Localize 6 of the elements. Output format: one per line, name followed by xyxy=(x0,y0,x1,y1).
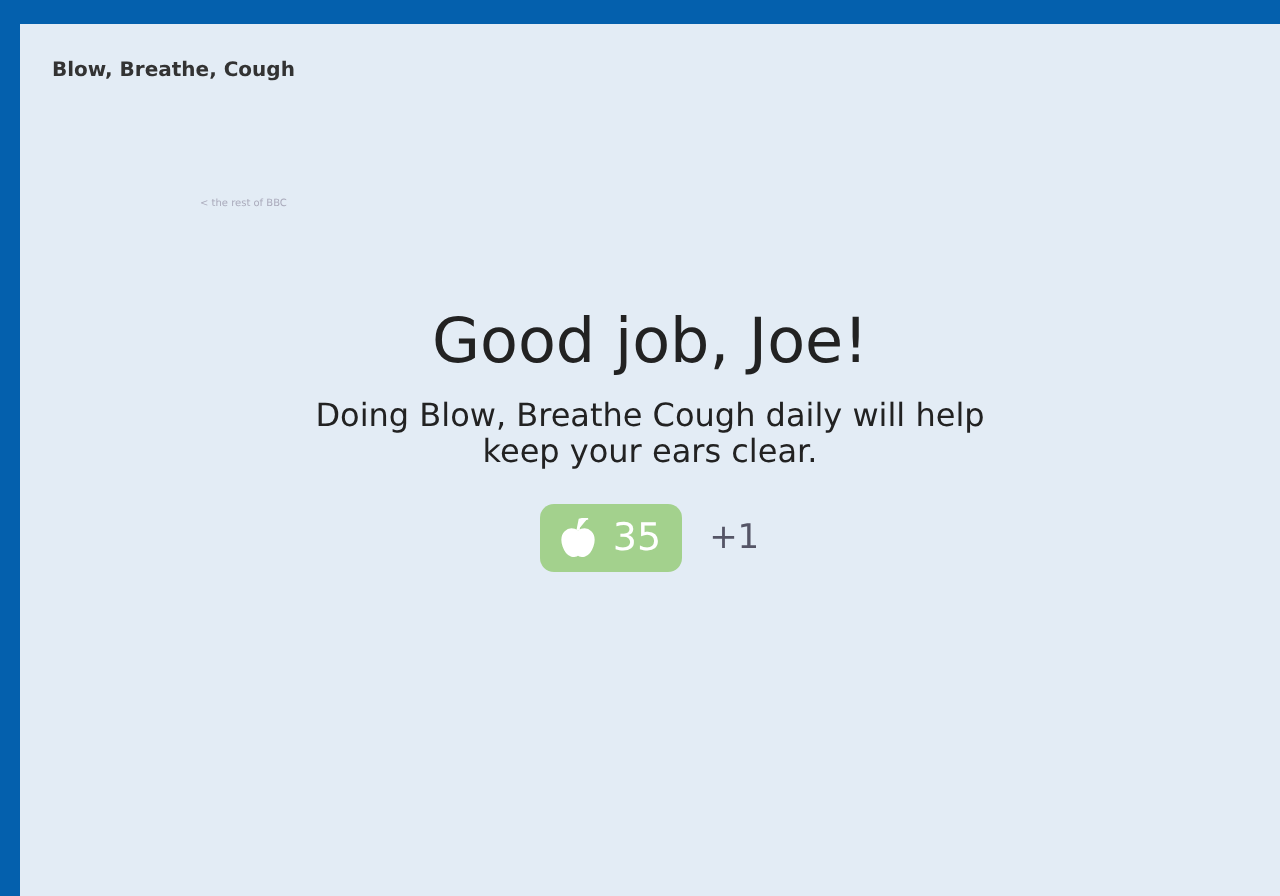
apple-icon xyxy=(560,517,597,558)
app-title: Blow, Breathe, Cough xyxy=(52,60,295,82)
message: Doing Blow, Breathe Cough daily will help keep your ears clear. xyxy=(313,398,987,472)
score-badge: 35 xyxy=(540,503,682,572)
heading: Good job, Joe! xyxy=(431,306,869,378)
increment-text: +1 xyxy=(709,517,760,558)
